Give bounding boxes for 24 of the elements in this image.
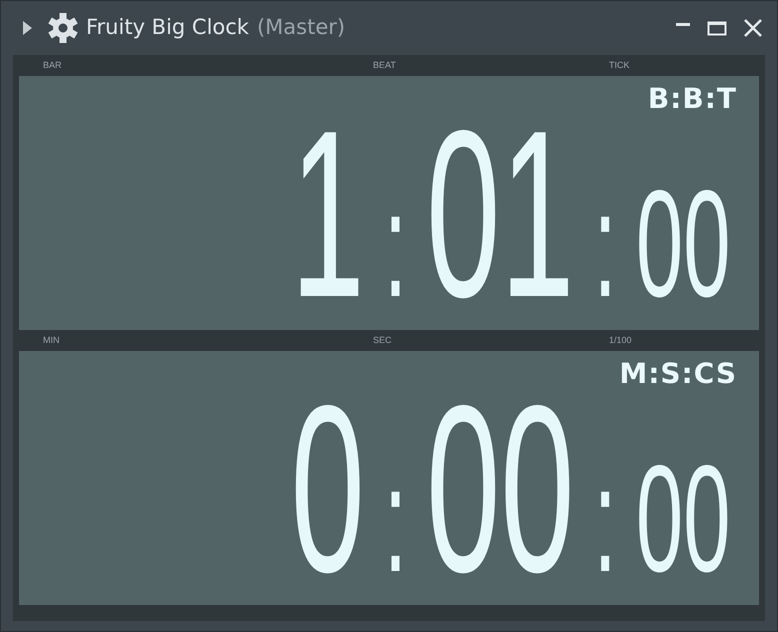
time-digits: 1	[291, 96, 366, 330]
unit-label: BEAT	[373, 59, 396, 72]
settings-icon[interactable]	[48, 13, 78, 43]
window-subtitle: (Master)	[256, 14, 346, 42]
maximize-icon[interactable]	[707, 20, 727, 36]
unit-label: BAR	[43, 59, 62, 72]
time-digits: 00	[636, 168, 731, 320]
unit-label: 1/100	[609, 334, 632, 347]
expand-icon[interactable]	[23, 21, 32, 35]
time-digits: 00	[426, 371, 575, 605]
time-digits: 0	[291, 371, 366, 605]
time-separator: :	[384, 444, 408, 594]
close-icon[interactable]	[743, 18, 763, 38]
unit-label: MIN	[43, 334, 60, 347]
mode-label[interactable]: M:S:CS	[619, 353, 737, 395]
time-digits: 00	[636, 443, 731, 595]
unit-label: TICK	[609, 59, 630, 72]
time-digits: 01	[426, 96, 575, 330]
unit-label: SEC	[373, 334, 392, 347]
time-separator: :	[594, 444, 618, 594]
mode-label[interactable]: B:B:T	[648, 78, 737, 120]
window-title: Fruity Big Clock	[86, 14, 249, 42]
time-separator: :	[384, 169, 408, 319]
time-separator: :	[594, 169, 618, 319]
